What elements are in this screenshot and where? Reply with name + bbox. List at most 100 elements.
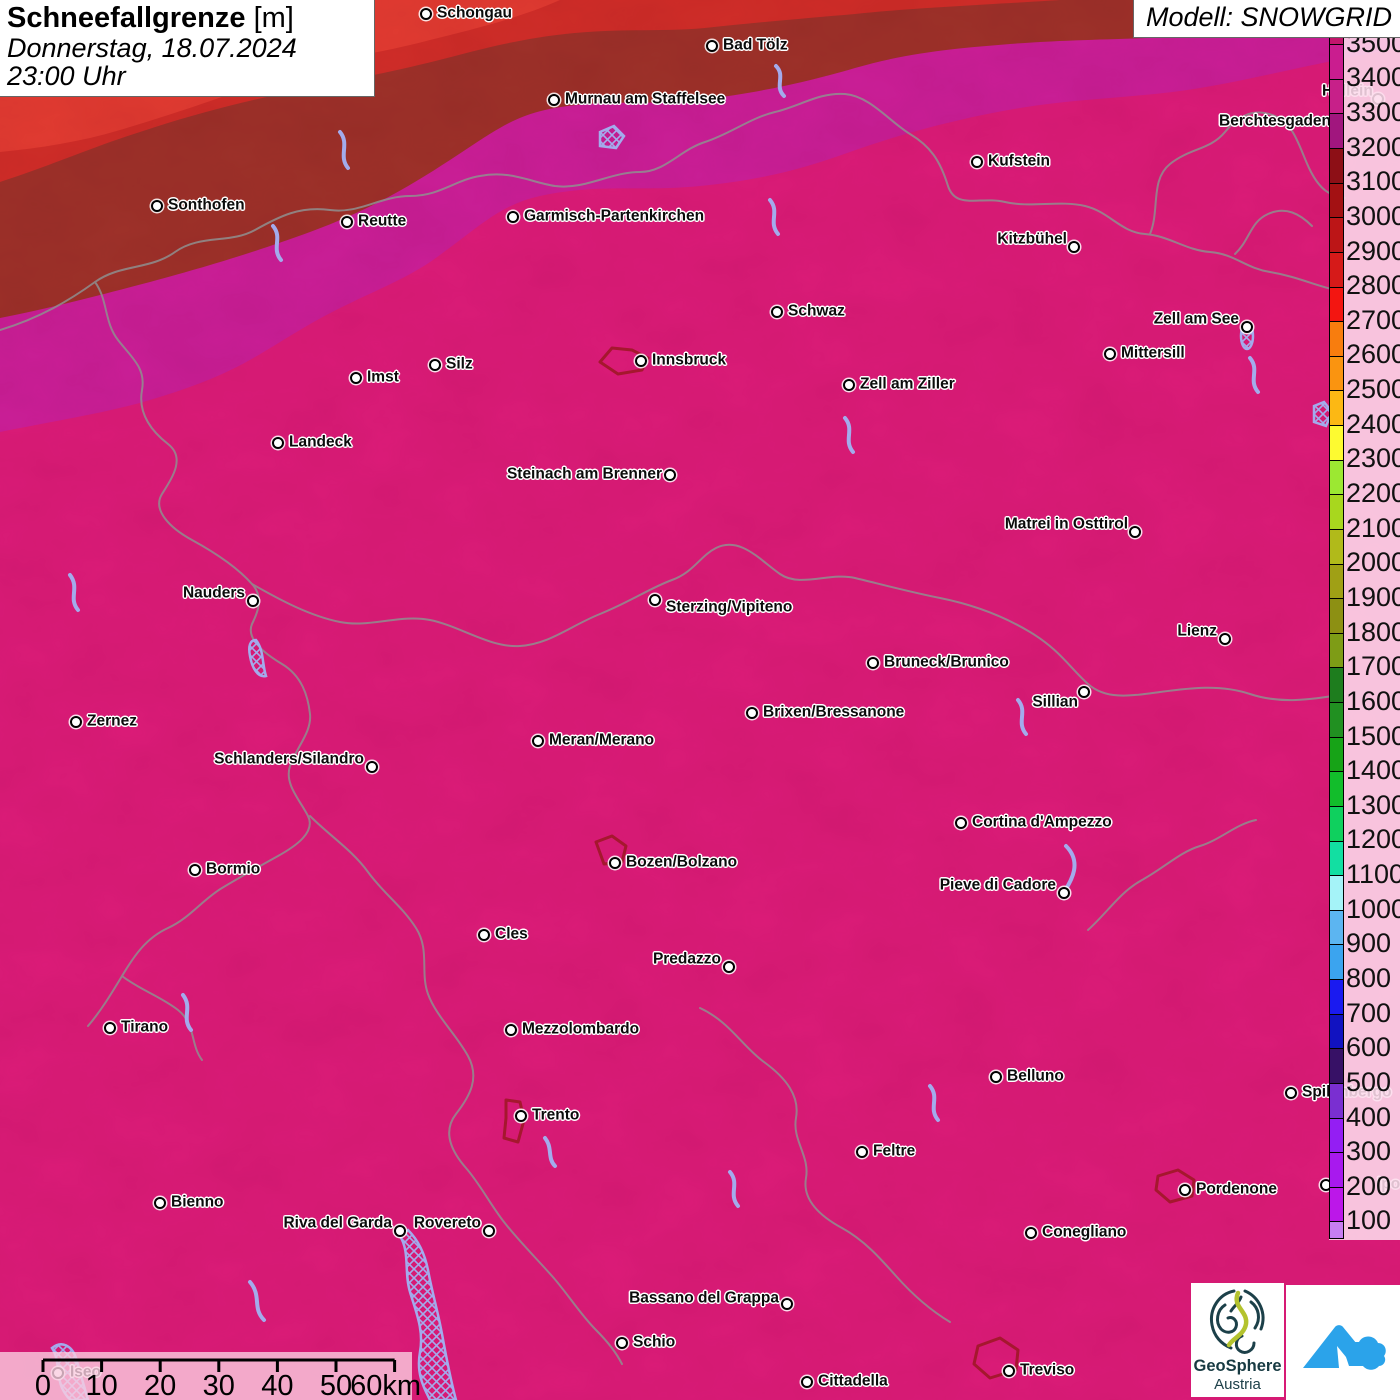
city-label: Cortina d'Ampezzo bbox=[972, 814, 1112, 832]
colorbar: 3500340033003200310030002900280027002600… bbox=[1329, 26, 1400, 1240]
colorbar-tick-label: 200 bbox=[1346, 1173, 1391, 1200]
city-label: Zell am Ziller bbox=[860, 376, 955, 394]
scalebar-number: 0 bbox=[35, 1370, 51, 1400]
city-dot bbox=[189, 864, 201, 876]
colorbar-cell bbox=[1330, 910, 1343, 945]
city-label: Silz bbox=[446, 356, 473, 374]
city-dot bbox=[649, 594, 661, 606]
map-title: Schneefallgrenze [m] bbox=[7, 3, 369, 34]
city-label: Pieve di Cadore bbox=[940, 877, 1056, 895]
city-label: Steinach am Brenner bbox=[507, 466, 662, 484]
city-dot bbox=[1003, 1365, 1015, 1377]
colorbar-cell bbox=[1330, 356, 1343, 391]
city-dot bbox=[856, 1146, 868, 1158]
city-dot bbox=[635, 355, 647, 367]
colorbar-tick-label: 3200 bbox=[1346, 134, 1400, 161]
city-label: Murnau am Staffelsee bbox=[565, 91, 725, 109]
city-dot bbox=[341, 216, 353, 228]
scalebar-number: 50 bbox=[320, 1370, 352, 1400]
city-dot bbox=[867, 657, 879, 669]
city-dot bbox=[706, 40, 718, 52]
colorbar-cell bbox=[1330, 1187, 1343, 1222]
colorbar-tick-label: 2000 bbox=[1346, 549, 1400, 576]
colorbar-tick-label: 3300 bbox=[1346, 99, 1400, 126]
colorbar-tick-label: 800 bbox=[1346, 965, 1391, 992]
mountain-cloud-icon bbox=[1297, 1302, 1389, 1384]
city-label: Imst bbox=[367, 369, 399, 387]
city-label: Berchtesgaden bbox=[1219, 113, 1331, 131]
scalebar-number: 30 bbox=[203, 1370, 235, 1400]
city-dot bbox=[1179, 1184, 1191, 1196]
colorbar-tick-label: 900 bbox=[1346, 930, 1391, 957]
geosphere-logo-box: GeoSphere Austria bbox=[1191, 1283, 1284, 1397]
city-dot bbox=[532, 735, 544, 747]
colorbar-tick-label: 3000 bbox=[1346, 203, 1400, 230]
scalebar-number: 40 bbox=[261, 1370, 293, 1400]
city-label: Trento bbox=[532, 1107, 579, 1125]
city-label: Treviso bbox=[1020, 1362, 1074, 1380]
colorbar-cell bbox=[1330, 390, 1343, 425]
colorbar-cell bbox=[1330, 875, 1343, 910]
colorbar-tick-label: 600 bbox=[1346, 1034, 1391, 1061]
city-label: Rovereto bbox=[414, 1215, 481, 1233]
colorbar-tick-label: 400 bbox=[1346, 1104, 1391, 1131]
city-label: Feltre bbox=[873, 1143, 915, 1161]
snowfall-line-map: SchongauBad TölzKemptenMurnau am Staffel… bbox=[0, 0, 1400, 1400]
colorbar-tick-label: 1300 bbox=[1346, 792, 1400, 819]
colorbar-tick-label: 2100 bbox=[1346, 515, 1400, 542]
city-dot bbox=[723, 961, 735, 973]
colorbar-cell bbox=[1330, 321, 1343, 356]
city-label: Matrei in Osttirol bbox=[1005, 516, 1128, 534]
colorbar-tick-label: 1700 bbox=[1346, 653, 1400, 680]
colorbar-cell bbox=[1330, 113, 1343, 148]
city-dot bbox=[1078, 686, 1090, 698]
city-dot bbox=[394, 1225, 406, 1237]
colorbar-cell bbox=[1330, 252, 1343, 287]
city-dot bbox=[515, 1110, 527, 1122]
colorbar-tick-label: 1900 bbox=[1346, 584, 1400, 611]
city-dot bbox=[247, 595, 259, 607]
city-label: Kitzbühel bbox=[997, 231, 1067, 249]
colorbar-tick-label: 1200 bbox=[1346, 826, 1400, 853]
scalebar-number: 10 bbox=[85, 1370, 117, 1400]
colorbar-tick-label: 100 bbox=[1346, 1207, 1391, 1234]
city-label: Tirano bbox=[121, 1019, 168, 1037]
city-label: Schongau bbox=[437, 5, 512, 23]
city-dot bbox=[1104, 348, 1116, 360]
colorbar-cell bbox=[1330, 1048, 1343, 1083]
colorbar-tick-label: 500 bbox=[1346, 1069, 1391, 1096]
colorbar-cell bbox=[1330, 1152, 1343, 1187]
colorbar-cell bbox=[1330, 598, 1343, 633]
city-dot bbox=[955, 817, 967, 829]
colorbar-tick-label: 1000 bbox=[1346, 896, 1400, 923]
colorbar-tick-label: 2300 bbox=[1346, 445, 1400, 472]
city-label: Sterzing/Vipiteno bbox=[666, 599, 792, 617]
city-dot bbox=[1129, 526, 1141, 538]
city-dot bbox=[151, 200, 163, 212]
colorbar-cell bbox=[1330, 633, 1343, 668]
city-label: Cles bbox=[495, 926, 528, 944]
city-label: Lienz bbox=[1177, 623, 1217, 641]
city-label: Nauders bbox=[183, 585, 245, 603]
city-dot bbox=[154, 1197, 166, 1209]
city-dot bbox=[548, 94, 560, 106]
colorbar-cell bbox=[1330, 702, 1343, 737]
city-label: Schio bbox=[633, 1334, 675, 1352]
city-label: Bruneck/Brunico bbox=[884, 654, 1009, 672]
city-dot bbox=[1025, 1227, 1037, 1239]
city-dot bbox=[746, 707, 758, 719]
city-dot bbox=[771, 306, 783, 318]
city-dot bbox=[272, 437, 284, 449]
colorbar-cell bbox=[1330, 287, 1343, 322]
city-label: Zell am See bbox=[1154, 311, 1239, 329]
title-text: Schneefallgrenze bbox=[7, 2, 246, 34]
city-dot bbox=[1068, 241, 1080, 253]
colorbar-cell bbox=[1330, 44, 1343, 79]
colorbar-cell bbox=[1330, 148, 1343, 183]
colorbar-tick-label: 2700 bbox=[1346, 307, 1400, 334]
colorbar-tick-label: 2400 bbox=[1346, 411, 1400, 438]
colorbar-cell bbox=[1330, 564, 1343, 599]
city-label: Schlanders/Silandro bbox=[214, 751, 364, 769]
city-label: Kufstein bbox=[988, 153, 1050, 171]
model-label: Modell: SNOWGRID bbox=[1133, 0, 1400, 38]
